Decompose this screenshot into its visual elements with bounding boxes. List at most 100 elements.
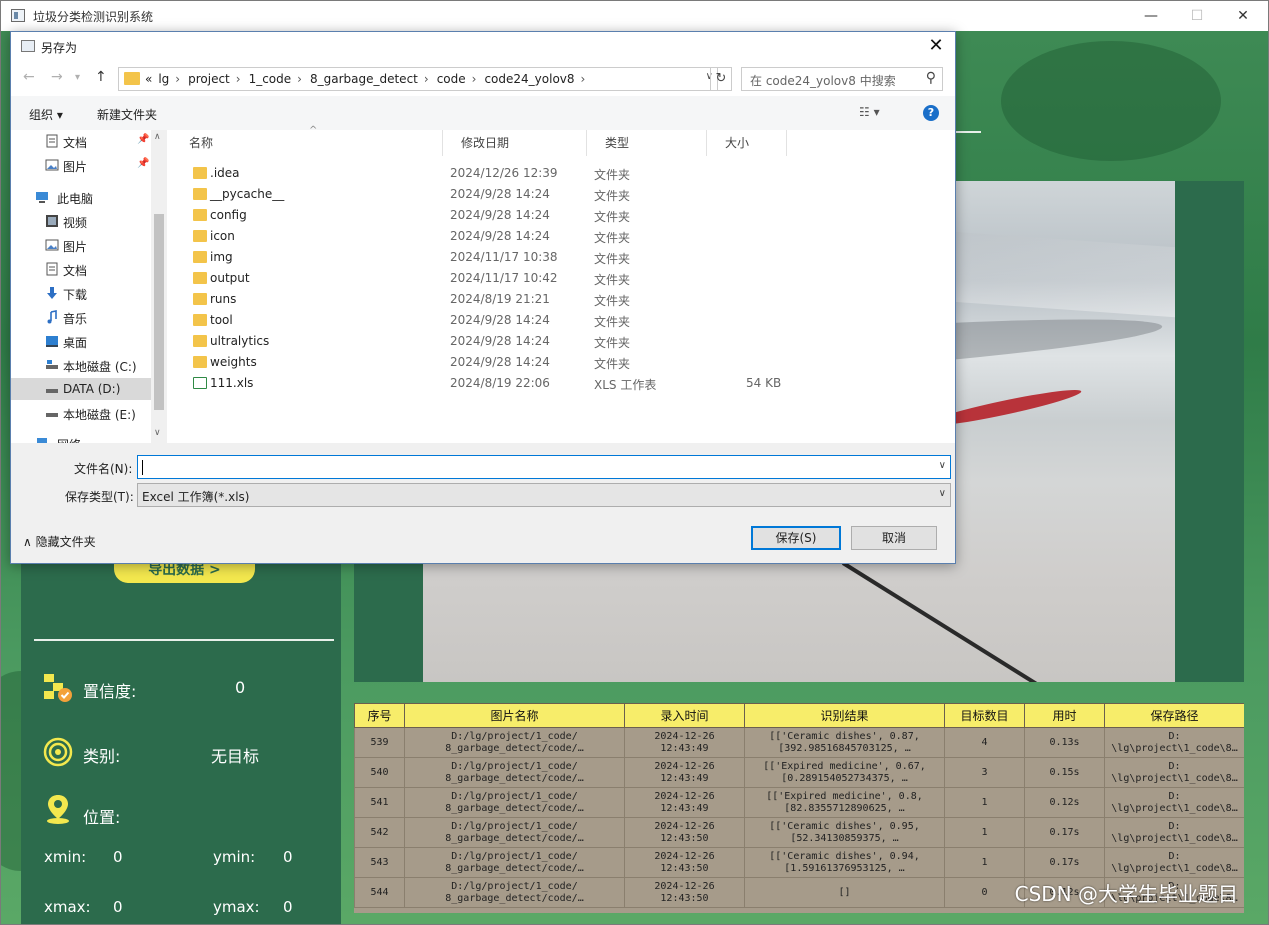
column-header-type[interactable]: 类型 [587, 130, 707, 156]
breadcrumb-overflow[interactable]: « [145, 72, 152, 86]
music-icon [47, 310, 57, 324]
breadcrumb-item[interactable]: 8_garbage_detect [310, 72, 418, 86]
network-icon [37, 438, 47, 443]
scroll-down-icon[interactable]: ∨ [154, 428, 161, 438]
breadcrumb-item[interactable]: code24_yolov8 [484, 72, 574, 86]
nav-item-drive-d[interactable]: DATA (D:) [11, 378, 151, 400]
maximize-button[interactable]: ☐ [1174, 1, 1220, 31]
dialog-close-button[interactable]: ✕ [921, 32, 951, 62]
scroll-up-icon[interactable]: ∧ [154, 132, 161, 142]
minimize-button[interactable]: — [1128, 1, 1174, 31]
save-button[interactable]: 保存(S) [751, 526, 841, 550]
column-header-modified[interactable]: 修改日期 [443, 130, 587, 156]
column-header[interactable]: 目标数目 [944, 703, 1025, 728]
chevron-up-icon: ∧ [23, 535, 32, 549]
file-row[interactable]: config 2024/9/28 14:24 文件夹 [171, 205, 955, 226]
file-modified: 2024/9/28 14:24 [450, 313, 550, 327]
file-row[interactable]: 111.xls 2024/8/19 22:06 XLS 工作表 54 KB [171, 373, 955, 394]
table-cell: D: \lg\project\1_code\8… [1104, 727, 1244, 758]
file-row[interactable]: img 2024/11/17 10:38 文件夹 [171, 247, 955, 268]
file-row[interactable]: runs 2024/8/19 21:21 文件夹 [171, 289, 955, 310]
file-size: 54 KB [746, 376, 782, 390]
table-row[interactable]: 542 D:/lg/project/1_code/ 8_garbage_detec… [354, 817, 1244, 848]
pin-icon[interactable]: 📌 [137, 158, 149, 169]
breadcrumb-item[interactable]: code [437, 72, 466, 86]
file-type: 文件夹 [594, 273, 631, 287]
nav-item-pictures-pinned[interactable]: 图片 📌 [11, 154, 151, 176]
export-data-button[interactable]: 导出数据 > [114, 561, 255, 583]
nav-item-documents-pinned[interactable]: 文档 📌 [11, 130, 151, 152]
recent-locations-chevron-icon[interactable]: ▾ [75, 72, 80, 83]
file-modified: 2024/9/28 14:24 [450, 187, 550, 201]
nav-item-this-pc[interactable]: 此电脑 [11, 186, 151, 208]
nav-item-label: 图片 [63, 240, 88, 254]
nav-item-videos[interactable]: 视频 [11, 210, 151, 232]
folder-icon [193, 209, 207, 221]
refresh-icon[interactable]: ↻ [710, 67, 732, 91]
file-modified: 2024/9/28 14:24 [450, 355, 550, 369]
text-caret [142, 460, 143, 475]
breadcrumb-item[interactable]: project [188, 72, 230, 86]
nav-item-pictures[interactable]: 图片 [11, 234, 151, 256]
nav-item-music[interactable]: 音乐 [11, 306, 151, 328]
help-icon[interactable]: ? [923, 105, 939, 121]
filename-input[interactable]: ∨ [137, 455, 951, 479]
column-header-name[interactable]: 名称 [171, 130, 443, 156]
forward-arrow-icon[interactable]: → [51, 69, 63, 85]
column-header[interactable]: 序号 [354, 703, 405, 728]
nav-item-drive-c[interactable]: 本地磁盘 (C:) [11, 354, 151, 376]
nav-item-drive-e[interactable]: 本地磁盘 (E:) [11, 402, 151, 424]
file-row[interactable]: icon 2024/9/28 14:24 文件夹 [171, 226, 955, 247]
table-row[interactable]: 543 D:/lg/project/1_code/ 8_garbage_detec… [354, 847, 1244, 878]
column-header[interactable]: 识别结果 [744, 703, 945, 728]
folder-icon [193, 356, 207, 368]
table-cell: D:/lg/project/1_code/ 8_garbage_detect/c… [404, 757, 625, 788]
nav-item-desktop[interactable]: 桌面 [11, 330, 151, 352]
close-button[interactable]: ✕ [1220, 1, 1266, 31]
file-row[interactable]: weights 2024/9/28 14:24 文件夹 [171, 352, 955, 373]
background-foliage [1001, 41, 1221, 161]
breadcrumb-separator-icon: › [423, 72, 429, 86]
xmax-value: 0 [113, 898, 123, 916]
file-row[interactable]: .idea 2024/12/26 12:39 文件夹 [171, 163, 955, 184]
new-folder-button[interactable]: 新建文件夹 [97, 106, 157, 123]
pin-icon[interactable]: 📌 [137, 134, 149, 145]
organize-button[interactable]: 组织 ▾ [29, 106, 63, 123]
file-list: ^ 名称 修改日期 类型 大小 .idea 2024/12/26 12:39 文件夹… [171, 125, 955, 443]
back-arrow-icon[interactable]: ← [23, 69, 35, 85]
file-row[interactable]: output 2024/11/17 10:42 文件夹 [171, 268, 955, 289]
file-row[interactable]: tool 2024/9/28 14:24 文件夹 [171, 310, 955, 331]
file-name: .idea [210, 166, 240, 180]
navigation-scrollbar[interactable]: ∧ ∨ [151, 130, 167, 443]
view-options-icon[interactable]: ☷ ▾ [859, 105, 880, 119]
column-header[interactable]: 录入时间 [624, 703, 745, 728]
column-header-size[interactable]: 大小 [707, 130, 787, 156]
target-icon [43, 737, 73, 767]
cancel-button[interactable]: 取消 [851, 526, 937, 550]
column-header[interactable]: 用时 [1024, 703, 1105, 728]
results-table-container[interactable]: 序号 图片名称 录入时间 识别结果 目标数目 用时 保存路径 539 D:/lg/… [354, 703, 1244, 913]
table-cell: [] [744, 877, 945, 908]
search-input[interactable]: 在 code24_yolov8 中搜索 ⚲ [741, 67, 943, 91]
filetype-dropdown-icon: ∨ [938, 488, 946, 499]
file-row[interactable]: __pycache__ 2024/9/28 14:24 文件夹 [171, 184, 955, 205]
table-row[interactable]: 541 D:/lg/project/1_code/ 8_garbage_detec… [354, 787, 1244, 818]
column-header[interactable]: 图片名称 [404, 703, 625, 728]
column-header[interactable]: 保存路径 [1104, 703, 1244, 728]
nav-item-downloads[interactable]: 下载 [11, 282, 151, 304]
filetype-select[interactable]: Excel 工作簿(*.xls) ∨ [137, 483, 951, 507]
file-row[interactable]: ultralytics 2024/9/28 14:24 文件夹 [171, 331, 955, 352]
breadcrumb-item[interactable]: lg [158, 72, 169, 86]
table-row[interactable]: 540 D:/lg/project/1_code/ 8_garbage_detec… [354, 757, 1244, 788]
video-icon [46, 215, 58, 227]
up-arrow-icon[interactable]: ↑ [95, 69, 107, 85]
nav-item-network[interactable]: 网络 [11, 432, 151, 443]
dialog-footer: 文件名(N): ∨ 保存类型(T): Excel 工作簿(*.xls) ∨ ∧ … [11, 443, 955, 563]
filename-dropdown-icon[interactable]: ∨ [939, 460, 946, 471]
hide-folders-toggle[interactable]: ∧ 隐藏文件夹 [23, 533, 96, 550]
scrollbar-thumb[interactable] [154, 214, 164, 410]
breadcrumb-item[interactable]: 1_code [249, 72, 292, 86]
table-row[interactable]: 539 D:/lg/project/1_code/ 8_garbage_detec… [354, 727, 1244, 758]
address-bar[interactable]: « lg › project › 1_code › 8_garbage_detect ›… [118, 67, 718, 91]
nav-item-documents[interactable]: 文档 [11, 258, 151, 280]
